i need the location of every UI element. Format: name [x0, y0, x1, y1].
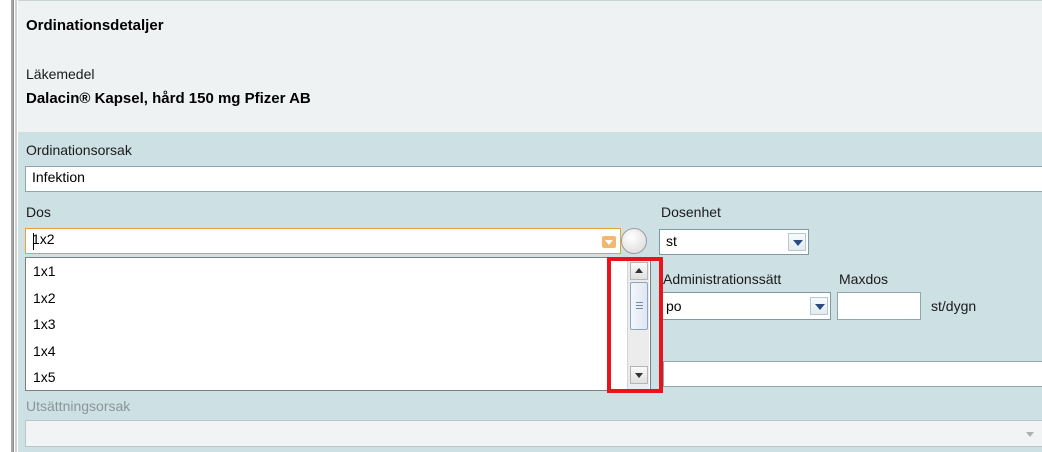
dose-label: Dos: [26, 204, 51, 220]
max-dose-label: Maxdos: [839, 271, 889, 287]
dose-options-list[interactable]: 1x1 1x2 1x3 1x4 1x5: [25, 257, 651, 391]
section-title: Ordinationsdetaljer: [26, 17, 164, 34]
discontinuation-reason-label: Utsättningsorsak: [26, 398, 131, 414]
dropdown-arrow-icon[interactable]: [602, 236, 616, 248]
administration-select[interactable]: po: [659, 292, 831, 320]
scrollbar-highlight-box: [607, 257, 663, 393]
administration-label: Administrationssätt: [663, 271, 782, 287]
list-item[interactable]: 1x3: [33, 316, 56, 332]
list-item[interactable]: 1x2: [33, 290, 56, 306]
header-panel: [18, 0, 1042, 132]
max-dose-input[interactable]: [837, 292, 921, 320]
dose-value: 1x2: [32, 231, 55, 247]
dose-unit-label: Dosenhet: [661, 204, 721, 220]
ordination-reason-label: Ordinationsorsak: [26, 142, 132, 158]
ordination-reason-field[interactable]: Infektion: [25, 166, 1042, 192]
chevron-down-icon: [1026, 432, 1034, 437]
dose-unit-value: st: [666, 233, 677, 249]
list-item[interactable]: 1x4: [33, 343, 56, 359]
left-border-inner: [15, 0, 17, 452]
radio-icon[interactable]: [621, 228, 647, 254]
left-border: [11, 0, 14, 452]
list-item[interactable]: 1x5: [33, 369, 56, 385]
administration-value: po: [666, 298, 682, 314]
dose-unit-select[interactable]: st: [659, 229, 809, 255]
dose-unit-dropdown-icon[interactable]: [788, 233, 806, 251]
discontinuation-reason-select: [25, 420, 1042, 447]
administration-dropdown-icon[interactable]: [810, 297, 828, 315]
max-dose-unit: st/dygn: [931, 298, 977, 314]
dose-combobox[interactable]: 1x2: [25, 228, 621, 254]
drug-label: Läkemedel: [26, 66, 95, 82]
drug-name: Dalacin® Kapsel, hård 150 mg Pfizer AB: [26, 90, 311, 107]
list-item[interactable]: 1x1: [33, 263, 56, 279]
ordination-reason-value: Infektion: [32, 169, 85, 185]
text-field[interactable]: [663, 361, 1042, 387]
